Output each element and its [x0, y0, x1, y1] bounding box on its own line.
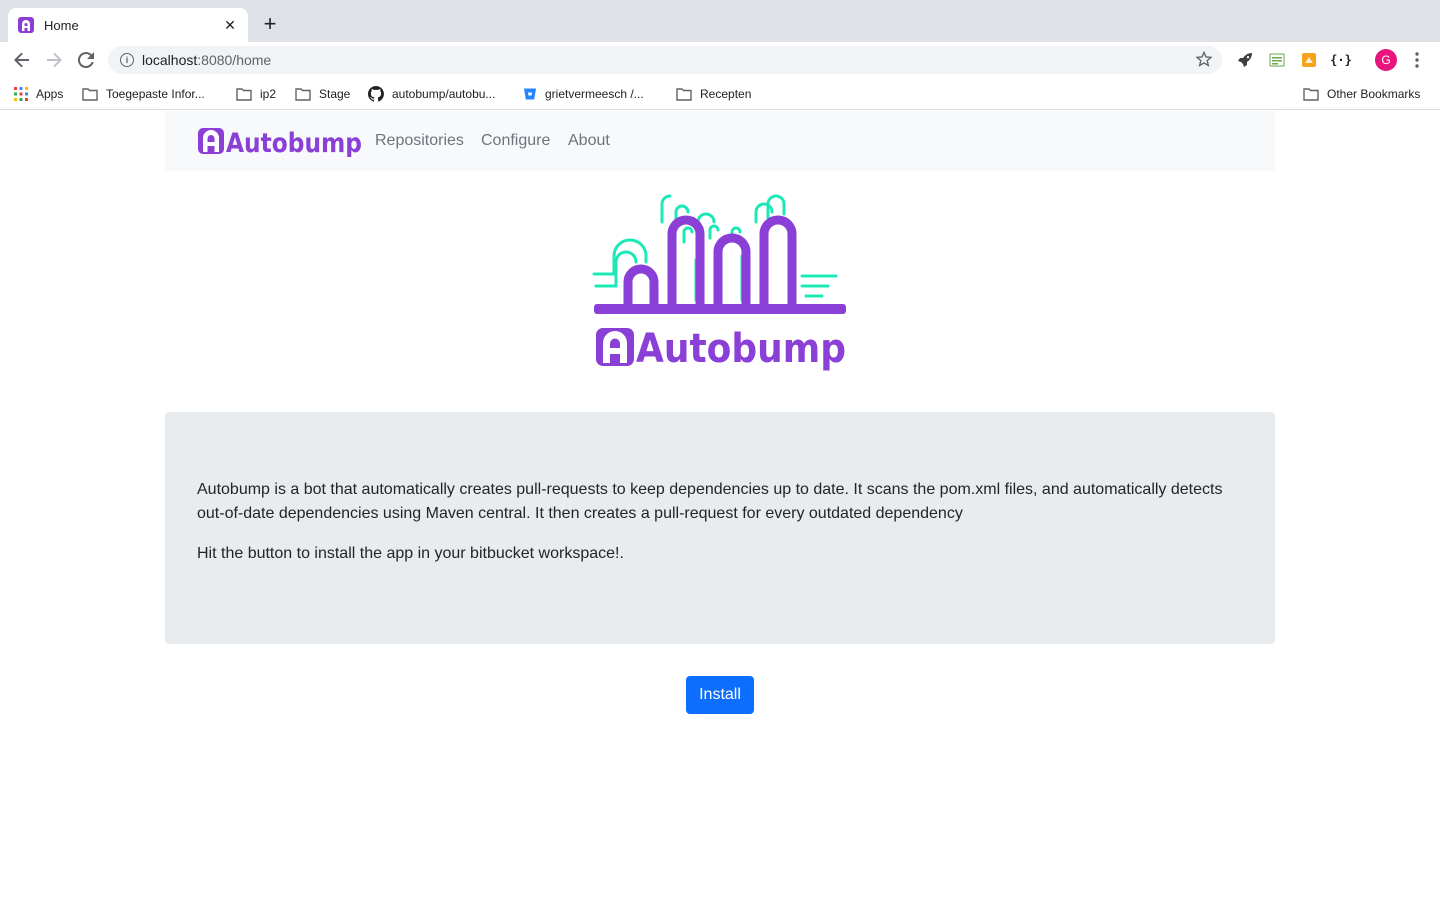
bookmark-folder-ip2[interactable]: ip2 — [236, 86, 276, 102]
hero-logo-text: Autobump — [636, 326, 846, 372]
browser-tab[interactable]: Home ✕ — [8, 8, 248, 42]
menu-dots-icon[interactable] — [1407, 50, 1427, 70]
sheet-extension-icon[interactable] — [1267, 50, 1287, 70]
autobump-favicon-icon — [18, 17, 34, 33]
bookmark-label: autobump/autobu... — [392, 87, 496, 101]
bookmark-label: Apps — [36, 87, 64, 101]
bookmark-folder-recepten[interactable]: Recepten — [676, 86, 751, 102]
tab-title: Home — [44, 17, 79, 33]
bookmarks-bar: Apps Toegepaste Infor... ip2 Stage autob… — [0, 78, 1440, 110]
bookmark-label: ip2 — [260, 87, 277, 101]
json-extension-icon[interactable]: {·} — [1330, 50, 1352, 70]
tab-close-icon[interactable]: ✕ — [222, 17, 238, 34]
reload-icon[interactable] — [74, 48, 98, 72]
folder-icon — [82, 87, 98, 101]
navbar-brand-logo[interactable]: Autobump — [197, 125, 365, 162]
intro-paragraph: Autobump is a bot that automatically cre… — [197, 481, 1223, 522]
intro-jumbotron: Autobump is a bot that automatically cre… — [165, 412, 1275, 644]
install-button[interactable]: Install — [686, 676, 754, 714]
bookmark-label: Toegepaste Infor... — [106, 87, 205, 101]
folder-icon — [295, 87, 311, 101]
hero-logo: Autobump — [592, 192, 850, 379]
github-icon — [368, 86, 384, 102]
install-hint-paragraph: Hit the button to install the app in you… — [197, 545, 624, 562]
bookmark-label: Recepten — [700, 87, 752, 101]
folder-icon — [676, 87, 692, 101]
orange-extension-icon[interactable] — [1299, 50, 1319, 70]
forward-arrow-icon[interactable] — [42, 48, 66, 72]
bookmark-label: Other Bookmarks — [1327, 87, 1421, 101]
browser-toolbar: i localhost:8080/home {·} — [0, 42, 1440, 78]
bookmark-other-bookmarks[interactable]: Other Bookmarks — [1303, 86, 1420, 102]
navbar-brand-text: Autobump — [226, 128, 362, 157]
folder-icon — [1303, 87, 1319, 101]
url-path: :8080/home — [197, 52, 272, 68]
bookmark-autobump-github[interactable]: autobump/autobu... — [368, 86, 495, 102]
nav-link-about[interactable]: About — [568, 132, 610, 150]
browser-tabstrip: Home ✕ + — [0, 0, 1440, 42]
site-navbar: Autobump Repositories Configure About — [165, 111, 1275, 171]
bookmark-grietvermeesch-bitbucket[interactable]: grietvermeesch /... — [523, 86, 644, 102]
rocket-extension-icon[interactable] — [1235, 50, 1255, 70]
bookmark-folder-toegepaste[interactable]: Toegepaste Infor... — [82, 86, 205, 102]
bookmark-apps[interactable]: Apps — [14, 86, 63, 102]
bookmark-star-icon[interactable] — [1195, 50, 1213, 72]
bookmark-label: Stage — [319, 87, 351, 101]
nav-link-configure[interactable]: Configure — [481, 132, 550, 150]
profile-avatar[interactable]: G — [1375, 49, 1397, 71]
folder-icon — [236, 87, 252, 101]
nav-link-repositories[interactable]: Repositories — [375, 132, 464, 150]
address-bar[interactable]: i localhost:8080/home — [108, 46, 1222, 74]
url-host: localhost — [142, 52, 198, 68]
bitbucket-icon — [523, 87, 537, 101]
back-arrow-icon[interactable] — [10, 48, 34, 72]
bookmark-label: grietvermeesch /... — [545, 87, 644, 101]
site-info-icon[interactable]: i — [120, 53, 134, 67]
bookmark-folder-stage[interactable]: Stage — [295, 86, 350, 102]
apps-grid-icon — [14, 87, 28, 101]
new-tab-icon[interactable]: + — [258, 12, 282, 36]
